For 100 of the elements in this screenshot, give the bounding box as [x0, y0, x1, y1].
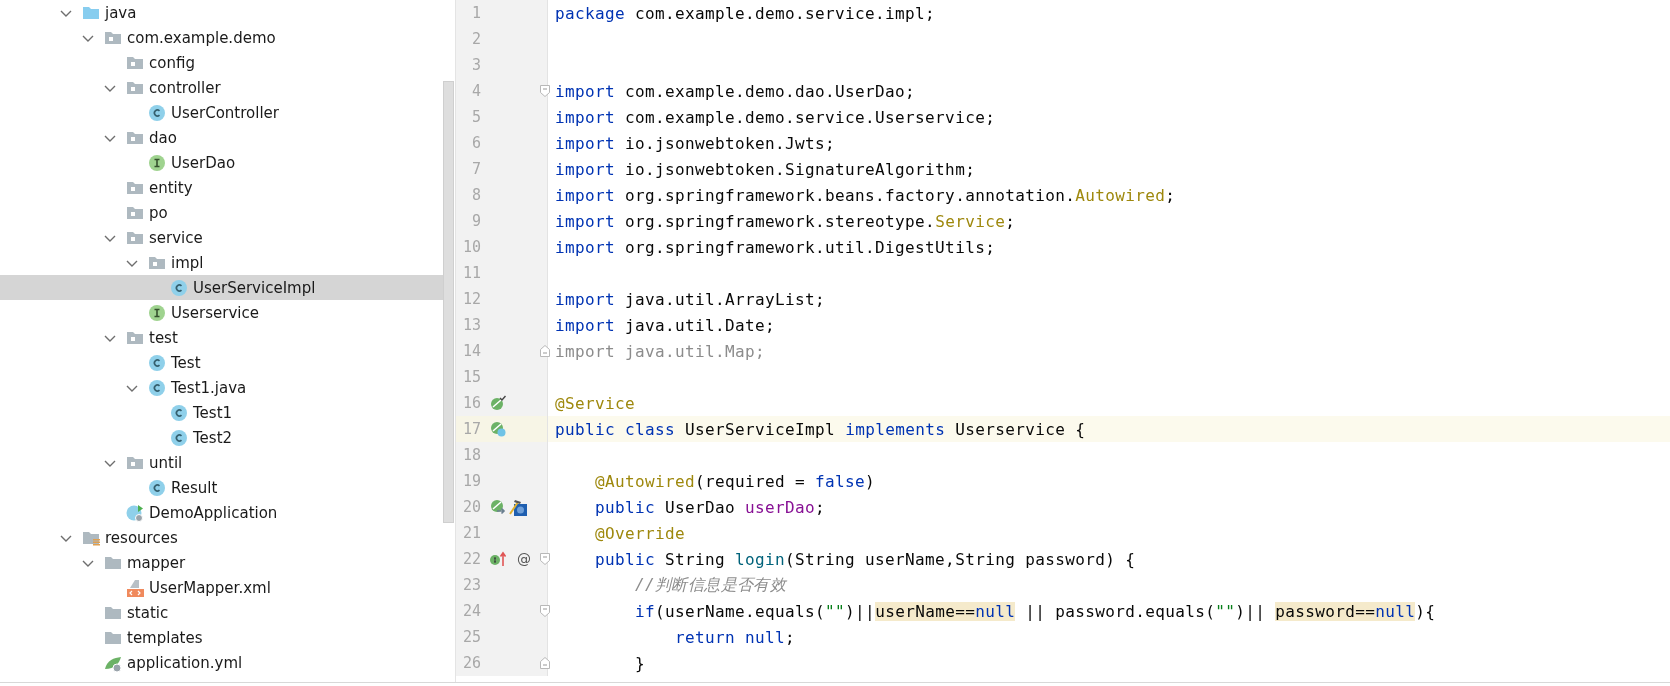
interface-icon	[148, 153, 166, 172]
tree-item[interactable]: static	[0, 600, 443, 625]
fold-marker-icon[interactable]	[540, 604, 550, 618]
tree-item[interactable]: Test1	[0, 400, 443, 425]
tree-item-label: Test2	[193, 428, 233, 447]
tree-item-label: mapper	[127, 553, 186, 572]
interface-icon	[148, 303, 166, 322]
tree-item[interactable]: dao	[0, 125, 443, 150]
tree-item-label: until	[149, 453, 183, 472]
line-number: 22	[461, 550, 481, 568]
code-line: public String login(String userName,String password) {	[594, 549, 1136, 569]
line-number: 26	[461, 654, 481, 672]
line-number: 2	[470, 30, 481, 48]
implements-up-icon[interactable]	[490, 551, 506, 567]
code-line: @Service	[554, 393, 636, 413]
tree-item-label: static	[127, 603, 169, 622]
tree-item[interactable]: templates	[0, 625, 443, 650]
line-number: 18	[461, 446, 481, 464]
tree-item[interactable]: com.example.demo	[0, 25, 443, 50]
tree-item[interactable]: impl	[0, 250, 443, 275]
tree-item[interactable]: Result	[0, 475, 443, 500]
line-number: 1	[470, 4, 481, 22]
tree-item[interactable]: until	[0, 450, 443, 475]
tree-item-label: UserServiceImpl	[193, 278, 316, 297]
line-number: 24	[461, 602, 481, 620]
tree-item[interactable]: application.yml	[0, 650, 443, 675]
line-number: 11	[461, 264, 481, 282]
tree-item-label: java	[105, 3, 137, 22]
line-number: 23	[461, 576, 481, 594]
tree-item-label: UserMapper.xml	[149, 578, 271, 597]
tree-item[interactable]: Userservice	[0, 300, 443, 325]
fold-marker-icon[interactable]	[540, 656, 550, 670]
line-number: 12	[461, 290, 481, 308]
class-icon	[170, 428, 188, 447]
tree-item-label: DemoApplication	[149, 503, 278, 522]
line-number: 8	[470, 186, 481, 204]
run-class-icon	[126, 503, 144, 522]
line-number: 10	[461, 238, 481, 256]
tree-item[interactable]: po	[0, 200, 443, 225]
code-line: import org.springframework.stereotype.Service;	[554, 211, 1016, 231]
tree-item[interactable]: Test2	[0, 425, 443, 450]
tree-item[interactable]: mapper	[0, 550, 443, 575]
bean-check-icon[interactable]	[490, 395, 506, 411]
tree-item[interactable]: resources	[0, 525, 443, 550]
tree-item[interactable]: java	[0, 0, 443, 25]
tree-item[interactable]: Test1.java	[0, 375, 443, 400]
code-line: @Override	[594, 523, 686, 543]
line-number: 20	[461, 498, 481, 516]
tree-item-label: UserDao	[171, 153, 236, 172]
code-line: //判断信息是否有效	[634, 574, 786, 596]
code-line: @Autowired(required = false)	[594, 471, 876, 491]
class-icon	[148, 103, 166, 122]
tree-item-label: templates	[127, 628, 203, 647]
tree-item[interactable]: service	[0, 225, 443, 250]
tree-item-label: UserController	[171, 103, 279, 122]
tree-item[interactable]: UserMapper.xml	[0, 575, 443, 600]
tree-item-label: impl	[171, 253, 204, 272]
fold-marker-icon[interactable]	[540, 552, 550, 566]
code-line: import java.util.Date;	[554, 315, 776, 335]
tree-item[interactable]: Test	[0, 350, 443, 375]
class-icon	[148, 378, 166, 397]
tree-item-label: Test1.java	[171, 378, 247, 397]
code-line: public class UserServiceImpl implements Userservice {	[554, 419, 1086, 439]
line-number: 4	[470, 82, 481, 100]
tree-item-label: Test	[171, 353, 201, 372]
line-number: 16	[461, 394, 481, 412]
line-number: 21	[461, 524, 481, 542]
code-line: import java.util.Map;	[554, 341, 766, 361]
class-icon	[148, 353, 166, 372]
line-number: 19	[461, 472, 481, 490]
tree-item-label: resources	[105, 528, 178, 547]
tree-item[interactable]: UserServiceImpl	[0, 275, 443, 300]
tree-item[interactable]: entity	[0, 175, 443, 200]
code-line: if(userName.equals("")||userName==null || password.equals("")|| password==null){	[634, 601, 1436, 621]
code-line: import java.util.ArrayList;	[554, 289, 826, 309]
line-number: 17	[461, 420, 481, 438]
tree-item-label: com.example.demo	[127, 28, 276, 47]
at-sign[interactable]: @	[517, 551, 531, 567]
fold-marker-icon[interactable]	[540, 84, 550, 98]
tree-item[interactable]: UserDao	[0, 150, 443, 175]
tree-item-label: config	[149, 53, 195, 72]
code-line: import com.example.demo.service.Userservice;	[554, 107, 996, 127]
code-line: import io.jsonwebtoken.SignatureAlgorithm;	[554, 159, 976, 179]
tree-item-label: po	[149, 203, 168, 222]
line-number: 9	[470, 212, 481, 230]
fold-marker-icon[interactable]	[540, 344, 550, 358]
tree-item[interactable]: controller	[0, 75, 443, 100]
code-line: }	[634, 653, 646, 673]
line-number: 15	[461, 368, 481, 386]
hammer-icon[interactable]	[509, 498, 527, 516]
code-line: package com.example.demo.service.impl;	[554, 3, 936, 23]
tree-item[interactable]: UserController	[0, 100, 443, 125]
line-number: 13	[461, 316, 481, 334]
tree-item-label: Test1	[193, 403, 233, 422]
tree-item[interactable]: config	[0, 50, 443, 75]
tree-item[interactable]: test	[0, 325, 443, 350]
code-line: import io.jsonwebtoken.Jwts;	[554, 133, 836, 153]
scrollbar-thumb[interactable]	[443, 81, 454, 523]
tree-item[interactable]: DemoApplication	[0, 500, 443, 525]
tree-item-label: controller	[149, 78, 221, 97]
